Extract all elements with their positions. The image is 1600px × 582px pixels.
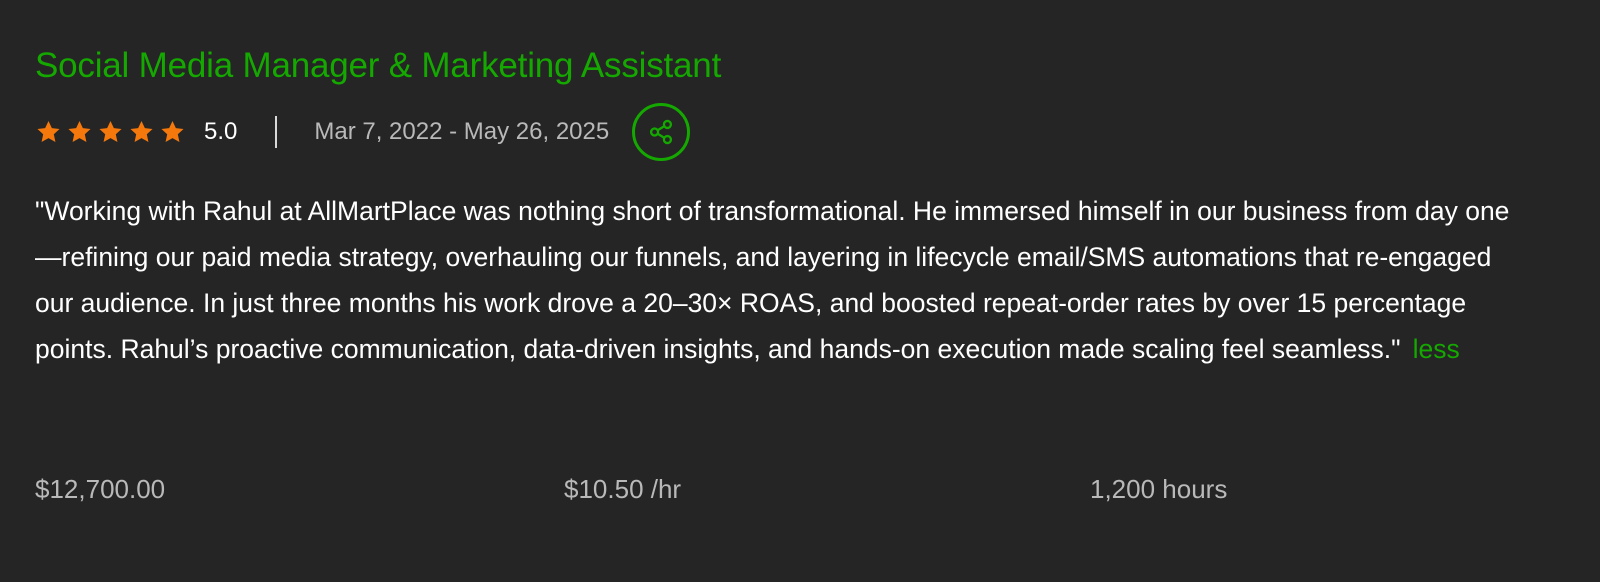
star-icon xyxy=(37,120,60,142)
hourly-rate: $10.50 /hr xyxy=(564,474,682,504)
star-icon xyxy=(130,120,153,142)
contract-stats: $12,700.00 $10.50 /hr 1,200 hours xyxy=(35,474,1565,514)
show-less-link[interactable]: less xyxy=(1413,334,1460,364)
star-icon xyxy=(99,120,122,142)
work-history-card: Social Media Manager & Marketing Assista… xyxy=(35,44,1565,504)
star-icon xyxy=(161,120,184,142)
share-icon xyxy=(650,119,673,145)
meta-divider xyxy=(275,116,278,148)
job-meta-row: 5.0 Mar 7, 2022 - May 26, 2025 xyxy=(35,101,1565,163)
review-text: "Working with Rahul at AllMartPlace was … xyxy=(35,196,1510,364)
total-earned: $12,700.00 xyxy=(35,474,166,504)
star-rating xyxy=(35,119,186,145)
rating-score: 5.0 xyxy=(204,118,238,145)
client-review: "Working with Rahul at AllMartPlace was … xyxy=(35,188,1535,372)
contract-dates: Mar 7, 2022 - May 26, 2025 xyxy=(314,118,610,145)
star-icon xyxy=(68,120,91,142)
hours-worked: 1,200 hours xyxy=(1090,474,1228,504)
job-title-link[interactable]: Social Media Manager & Marketing Assista… xyxy=(35,44,1565,88)
share-button[interactable] xyxy=(632,103,691,161)
